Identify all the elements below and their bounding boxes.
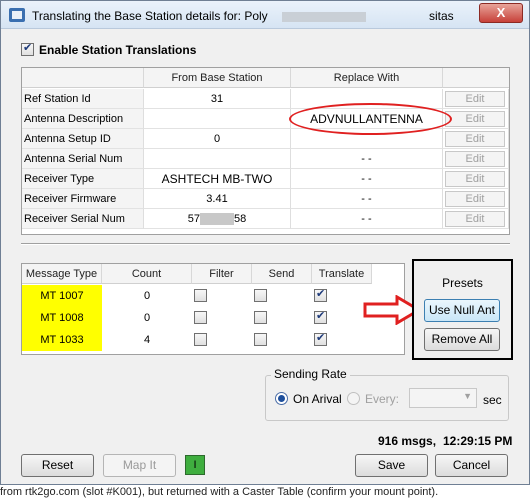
col-header-replace: Replace With bbox=[291, 68, 443, 88]
count-cell: 0 bbox=[143, 290, 151, 302]
edit-cell: Edit bbox=[443, 109, 509, 129]
edit-button[interactable]: Edit bbox=[445, 131, 505, 147]
row-label: Receiver Serial Num bbox=[22, 209, 144, 229]
enable-translations-label: Enable Station Translations bbox=[39, 43, 197, 57]
row-label: Ref Station Id bbox=[22, 89, 144, 109]
from-value: 31 bbox=[144, 89, 291, 109]
title-redaction bbox=[282, 12, 366, 22]
replace-value: - - bbox=[291, 169, 443, 189]
every-radio[interactable] bbox=[347, 392, 360, 405]
replace-value: - - bbox=[291, 189, 443, 209]
on-arrival-label: On Arival bbox=[293, 392, 342, 406]
from-value bbox=[144, 149, 291, 169]
title-bar: Translating the Base Station details for… bbox=[1, 1, 529, 29]
status-indicator[interactable]: I bbox=[185, 455, 205, 475]
col-header-send: Send bbox=[252, 264, 312, 284]
status-time: 12:29:15 PM bbox=[443, 434, 513, 448]
count-cell: 0 bbox=[143, 312, 151, 324]
interval-select[interactable]: ▼ bbox=[409, 388, 477, 408]
sending-rate-title: Sending Rate bbox=[271, 367, 350, 381]
cancel-button[interactable]: Cancel bbox=[435, 454, 508, 477]
replace-value: - - bbox=[291, 149, 443, 169]
message-type-cell: MT 1007 bbox=[22, 285, 102, 307]
serial-suffix: 58 bbox=[234, 213, 247, 225]
edit-cell: Edit bbox=[443, 209, 509, 229]
reset-button[interactable]: Reset bbox=[21, 454, 94, 477]
from-value bbox=[144, 109, 291, 129]
table-row: Antenna Setup ID 0 Edit bbox=[22, 129, 509, 149]
row-label: Antenna Description bbox=[22, 109, 144, 129]
table-row: Antenna Serial Num - - Edit bbox=[22, 149, 509, 169]
use-null-ant-button[interactable]: Use Null Ant bbox=[424, 299, 500, 322]
row-label: Antenna Serial Num bbox=[22, 149, 144, 169]
table-row: Receiver Firmware 3.41 - - Edit bbox=[22, 189, 509, 209]
splitter bbox=[21, 243, 510, 245]
presets-group: Presets Use Null Ant Remove All bbox=[412, 259, 513, 360]
window-title-suffix: sitas bbox=[429, 9, 454, 23]
close-button[interactable]: X bbox=[479, 3, 523, 23]
translation-dialog: Translating the Base Station details for… bbox=[0, 0, 530, 485]
row-label: Antenna Setup ID bbox=[22, 129, 144, 149]
count-cell: 4 bbox=[143, 334, 151, 346]
filter-checkbox[interactable] bbox=[194, 289, 207, 302]
from-value: 57 58 bbox=[144, 209, 291, 229]
send-checkbox[interactable] bbox=[254, 333, 267, 346]
presets-title: Presets bbox=[442, 276, 483, 290]
from-value: 0 bbox=[144, 129, 291, 149]
every-label: Every: bbox=[365, 392, 400, 406]
interval-unit: sec bbox=[483, 393, 502, 407]
edit-cell: Edit bbox=[443, 129, 509, 149]
col-header-from: From Base Station bbox=[144, 68, 291, 88]
translate-checkbox[interactable] bbox=[314, 331, 327, 346]
replace-value: - - bbox=[291, 209, 443, 229]
message-count: 916 msgs, bbox=[378, 434, 437, 448]
serial-redaction bbox=[200, 213, 234, 226]
message-type-cell: MT 1008 bbox=[22, 307, 102, 329]
row-label: Receiver Type bbox=[22, 169, 144, 189]
edit-cell: Edit bbox=[443, 149, 509, 169]
message-type-cell: MT 1033 bbox=[22, 329, 102, 351]
col-header-message-type: Message Type bbox=[22, 264, 102, 284]
save-button[interactable]: Save bbox=[355, 454, 428, 477]
translate-checkbox[interactable] bbox=[314, 309, 327, 324]
edit-button[interactable]: Edit bbox=[445, 191, 505, 207]
col-header-count: Count bbox=[102, 264, 192, 284]
edit-cell: Edit bbox=[443, 189, 509, 209]
edit-button[interactable]: Edit bbox=[445, 111, 505, 127]
remove-all-button[interactable]: Remove All bbox=[424, 328, 500, 351]
col-header-edit bbox=[443, 68, 509, 88]
edit-button[interactable]: Edit bbox=[445, 151, 505, 167]
from-value: 3.41 bbox=[144, 189, 291, 209]
enable-translations-checkbox[interactable] bbox=[21, 41, 34, 56]
app-icon bbox=[9, 8, 25, 22]
map-it-button[interactable]: Map It bbox=[103, 454, 176, 477]
col-header-filter: Filter bbox=[192, 264, 252, 284]
serial-prefix: 57 bbox=[187, 213, 200, 225]
table-row: Receiver Type ASHTECH MB-TWO - - Edit bbox=[22, 169, 509, 189]
send-checkbox[interactable] bbox=[254, 289, 267, 302]
close-icon: X bbox=[496, 5, 506, 20]
chevron-down-icon: ▼ bbox=[463, 391, 472, 401]
window-title: Translating the Base Station details for… bbox=[32, 9, 268, 23]
filter-checkbox[interactable] bbox=[194, 311, 207, 324]
highlight-ellipse bbox=[289, 103, 452, 135]
send-checkbox[interactable] bbox=[254, 311, 267, 324]
edit-button[interactable]: Edit bbox=[445, 171, 505, 187]
translation-table: From Base Station Replace With Ref Stati… bbox=[21, 67, 510, 235]
from-value: ASHTECH MB-TWO bbox=[144, 169, 291, 189]
filter-checkbox[interactable] bbox=[194, 333, 207, 346]
edit-cell: Edit bbox=[443, 89, 509, 109]
background-caption: from rtk2go.com (slot #K001), but return… bbox=[0, 486, 439, 498]
col-header-name bbox=[22, 68, 144, 88]
edit-button[interactable]: Edit bbox=[445, 211, 505, 227]
edit-cell: Edit bbox=[443, 169, 509, 189]
on-arrival-radio[interactable] bbox=[275, 392, 288, 405]
col-header-translate: Translate bbox=[312, 264, 372, 284]
message-table: Message Type Count Filter Send Translate… bbox=[21, 263, 405, 355]
table-row: Ref Station Id 31 Edit bbox=[22, 89, 509, 109]
translate-checkbox[interactable] bbox=[314, 287, 327, 302]
row-label: Receiver Firmware bbox=[22, 189, 144, 209]
table-row: Receiver Serial Num 57 58 - - Edit bbox=[22, 209, 509, 229]
edit-button[interactable]: Edit bbox=[445, 91, 505, 107]
